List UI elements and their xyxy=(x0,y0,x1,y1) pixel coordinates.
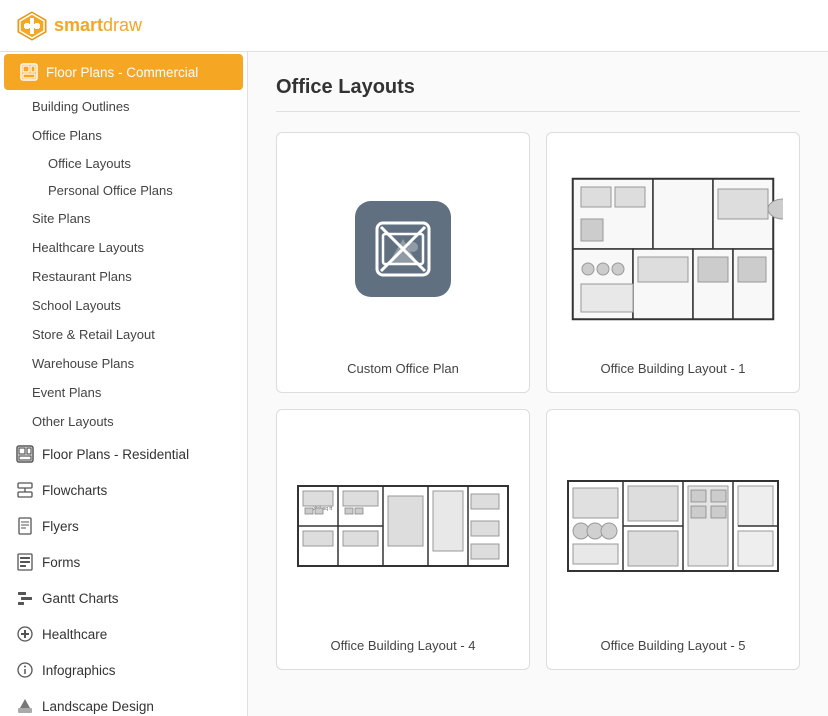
sidebar-item-healthcare[interactable]: Healthcare xyxy=(0,616,247,652)
templates-grid: Custom Office Plan xyxy=(276,132,800,670)
sidebar-item-flowcharts[interactable]: Flowcharts xyxy=(0,472,247,508)
template-label-layout4: Office Building Layout - 4 xyxy=(330,638,475,653)
logo: smartdraw xyxy=(16,10,142,42)
custom-office-icon xyxy=(355,201,451,297)
template-image-layout4: 350 sq ft xyxy=(293,426,513,626)
sidebar-item-office-layouts[interactable]: Office Layouts xyxy=(0,150,247,177)
sidebar-item-personal-office-plans[interactable]: Personal Office Plans xyxy=(0,177,247,204)
sidebar-item-landscape-design[interactable]: Landscape Design xyxy=(0,688,247,716)
floor-plan-residential-icon xyxy=(16,445,34,463)
header: smartdraw xyxy=(0,0,828,52)
content-area: Office Layouts xyxy=(248,52,828,716)
sidebar-label-floor-plans-commercial: Floor Plans - Commercial xyxy=(46,65,198,80)
sidebar-item-forms[interactable]: Forms xyxy=(0,544,247,580)
no-image-icon xyxy=(373,219,433,279)
template-image-layout5 xyxy=(563,426,783,626)
template-card-custom[interactable]: Custom Office Plan xyxy=(276,132,530,393)
logo-icon xyxy=(16,10,48,42)
template-card-layout5[interactable]: Office Building Layout - 5 xyxy=(546,409,800,670)
gantt-icon xyxy=(16,589,34,607)
form-icon xyxy=(16,553,34,571)
sidebar-item-warehouse-plans[interactable]: Warehouse Plans xyxy=(0,349,247,378)
template-card-layout1[interactable]: Office Building Layout - 1 xyxy=(546,132,800,393)
flowchart-icon xyxy=(16,481,34,499)
landscape-icon xyxy=(16,697,34,715)
sidebar-item-school-layouts[interactable]: School Layouts xyxy=(0,291,247,320)
sidebar-item-infographics[interactable]: Infographics xyxy=(0,652,247,688)
floor-plan-svg-1 xyxy=(563,149,783,349)
template-card-layout4[interactable]: 350 sq ft xyxy=(276,409,530,670)
sidebar-item-floor-plans-residential[interactable]: Floor Plans - Residential xyxy=(0,436,247,472)
template-image-custom xyxy=(293,149,513,349)
sidebar-item-healthcare-layouts[interactable]: Healthcare Layouts xyxy=(0,233,247,262)
sidebar-item-store-retail[interactable]: Store & Retail Layout xyxy=(0,320,247,349)
logo-text: smartdraw xyxy=(54,15,142,36)
sidebar-item-floor-plans-commercial[interactable]: Floor Plans - Commercial xyxy=(4,54,243,90)
main-layout: Floor Plans - Commercial Building Outlin… xyxy=(0,52,828,716)
sidebar-item-flyers[interactable]: Flyers xyxy=(0,508,247,544)
template-label-custom: Custom Office Plan xyxy=(347,361,459,376)
healthcare-icon xyxy=(16,625,34,643)
sidebar-item-other-layouts[interactable]: Other Layouts xyxy=(0,407,247,436)
sidebar-item-event-plans[interactable]: Event Plans xyxy=(0,378,247,407)
flyer-icon xyxy=(16,517,34,535)
sidebar-item-building-outlines[interactable]: Building Outlines xyxy=(0,92,247,121)
template-label-layout5: Office Building Layout - 5 xyxy=(600,638,745,653)
sidebar-item-gantt-charts[interactable]: Gantt Charts xyxy=(0,580,247,616)
sidebar-item-site-plans[interactable]: Site Plans xyxy=(0,204,247,233)
content-title: Office Layouts xyxy=(276,76,800,112)
sidebar-item-restaurant-plans[interactable]: Restaurant Plans xyxy=(0,262,247,291)
info-icon xyxy=(16,661,34,679)
floor-plan-commercial-icon xyxy=(20,63,38,81)
sidebar-item-office-plans[interactable]: Office Plans xyxy=(0,121,247,150)
floor-plan-svg-4: 350 sq ft xyxy=(293,426,513,626)
floor-plan-svg-5 xyxy=(563,426,783,626)
template-image-layout1 xyxy=(563,149,783,349)
sidebar: Floor Plans - Commercial Building Outlin… xyxy=(0,52,248,716)
template-label-layout1: Office Building Layout - 1 xyxy=(600,361,745,376)
